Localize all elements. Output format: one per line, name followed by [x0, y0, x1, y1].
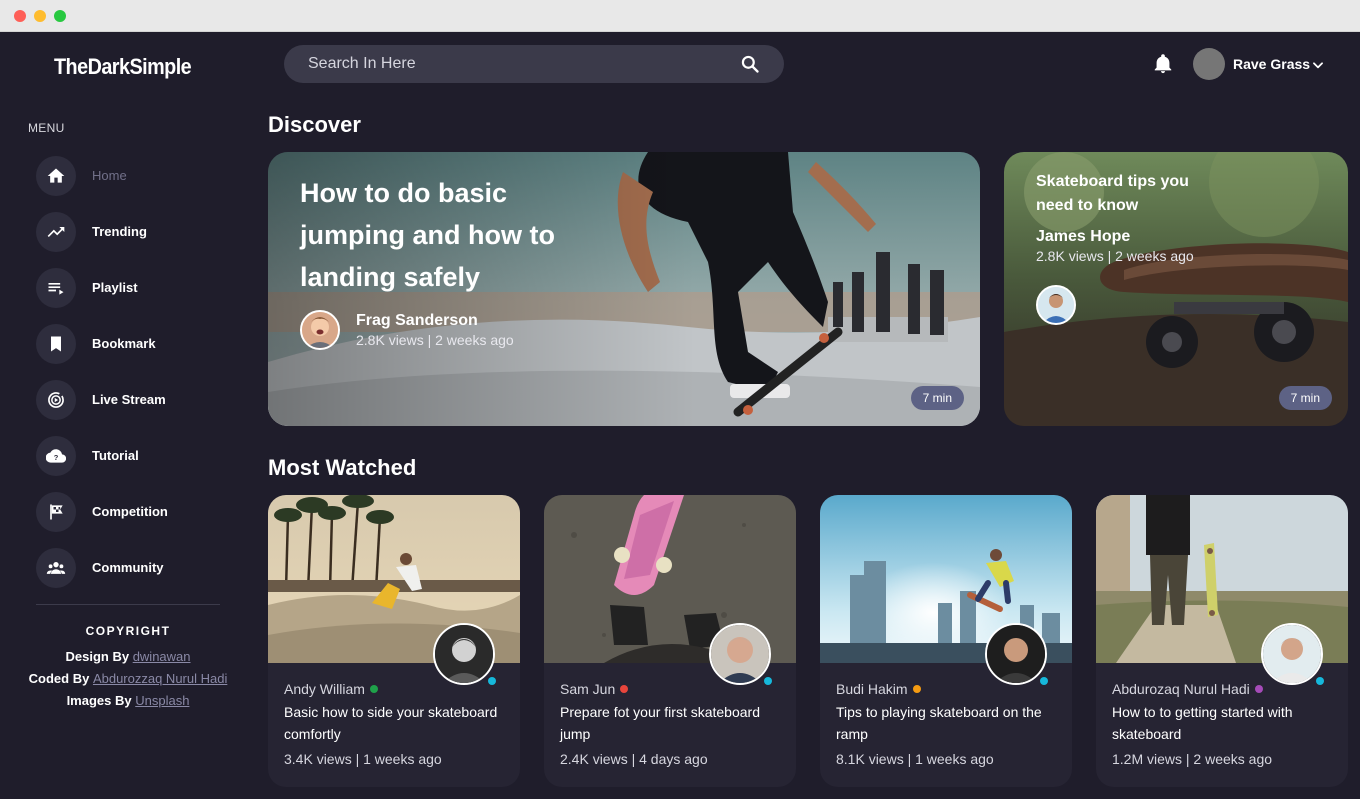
app: TheDarkSimple Rave Grass MENU Home Trend… — [0, 32, 1360, 799]
window-minimize-button[interactable] — [34, 10, 46, 22]
video-card[interactable]: Abdurozaq Nurul Hadi How to to getting s… — [1096, 495, 1348, 787]
author-avatar[interactable] — [300, 310, 340, 350]
flag-icon — [50, 504, 63, 520]
featured-title: How to do basic jumping and how to landi… — [300, 178, 555, 292]
online-indicator — [1316, 677, 1324, 685]
duration-badge: 7 min — [910, 386, 964, 410]
duration-badge: 7 min — [1278, 386, 1332, 410]
chevron-down-icon[interactable] — [1311, 58, 1325, 72]
video-title: How to to getting started with skateboar… — [1112, 704, 1293, 742]
menu-heading: MENU — [28, 121, 65, 135]
user-name[interactable]: Rave Grass — [1233, 56, 1310, 72]
window-maximize-button[interactable] — [54, 10, 66, 22]
trending-icon — [47, 227, 65, 237]
status-dot — [912, 685, 921, 693]
author-avatar[interactable] — [985, 623, 1047, 685]
author-avatar-image — [302, 312, 338, 348]
window-close-button[interactable] — [14, 10, 26, 22]
featured-video-card[interactable]: Skateboard tips you need to know James H… — [1004, 152, 1348, 426]
coded-credit-label: Coded By — [28, 671, 90, 686]
brand-logo[interactable]: TheDarkSimple — [54, 54, 192, 80]
online-indicator — [488, 677, 496, 685]
video-author: Budi Hakim — [836, 681, 908, 697]
featured-title: Skateboard tips you need to know — [1036, 173, 1189, 214]
sidebar-item-label: Home — [92, 168, 127, 183]
window-titlebar — [0, 0, 1360, 32]
featured-author: James Hope — [1036, 228, 1131, 245]
sidebar-item-label: Trending — [92, 224, 147, 239]
author-avatar-image — [987, 625, 1045, 683]
status-dot — [1254, 685, 1263, 693]
sidebar-item-competition[interactable]: Competition — [36, 492, 236, 532]
sidebar-item-label: Tutorial — [92, 448, 139, 463]
author-avatar[interactable] — [433, 623, 495, 685]
discover-heading: Discover — [268, 112, 361, 137]
featured-author: Frag Sanderson — [356, 312, 478, 329]
search-icon[interactable] — [740, 54, 760, 74]
design-credit-label: Design By — [65, 649, 130, 664]
featured-video-card[interactable]: How to do basic jumping and how to landi… — [268, 152, 980, 426]
video-meta: 8.1K views | 1 weeks ago — [836, 751, 994, 767]
sidebar-item-live-stream[interactable]: Live Stream — [36, 380, 236, 420]
design-credit-link[interactable]: dwinawan — [133, 649, 191, 664]
coded-credit-link[interactable]: Abdurozzaq Nurul Hadi — [93, 671, 227, 686]
sidebar-item-tutorial[interactable]: ? Tutorial — [36, 436, 236, 476]
status-dot — [369, 685, 378, 693]
images-credit-label: Images By — [66, 693, 132, 708]
author-avatar[interactable] — [709, 623, 771, 685]
featured-meta: 2.8K views | 2 weeks ago — [356, 332, 514, 348]
sidebar-divider — [36, 604, 220, 605]
copyright-block: COPYRIGHT Design By dwinawan Coded By Ab… — [0, 620, 256, 712]
video-meta: 1.2M views | 2 weeks ago — [1112, 751, 1273, 767]
sidebar-item-trending[interactable]: Trending — [36, 212, 236, 252]
tutorial-icon: ? — [46, 449, 66, 463]
svg-text:?: ? — [54, 453, 59, 462]
sidebar-item-bookmark[interactable]: Bookmark — [36, 324, 236, 364]
author-avatar-image — [1263, 625, 1321, 683]
home-icon — [47, 168, 65, 183]
video-author: Andy William — [284, 681, 365, 697]
sidebar-item-label: Bookmark — [92, 336, 156, 351]
author-avatar[interactable] — [1036, 285, 1076, 325]
video-author: Sam Jun — [560, 681, 616, 697]
copyright-heading: COPYRIGHT — [85, 624, 171, 638]
sidebar-item-playlist[interactable]: Playlist — [36, 268, 236, 308]
video-meta: 3.4K views | 1 weeks ago — [284, 751, 442, 767]
search-input[interactable] — [308, 45, 728, 83]
video-title: Tips to playing skateboard on the ramp — [836, 704, 1042, 742]
notification-bell-icon[interactable] — [1152, 52, 1174, 76]
live-stream-icon — [48, 392, 64, 408]
author-avatar-image — [435, 625, 493, 683]
sidebar-item-label: Competition — [92, 504, 168, 519]
sidebar-item-home[interactable]: Home — [36, 156, 236, 196]
author-avatar[interactable] — [1261, 623, 1323, 685]
bookmark-icon — [51, 336, 61, 352]
user-avatar[interactable] — [1193, 48, 1225, 80]
online-indicator — [764, 677, 772, 685]
images-credit-link[interactable]: Unsplash — [135, 693, 189, 708]
status-dot — [620, 685, 629, 693]
online-indicator — [1040, 677, 1048, 685]
video-author: Abdurozaq Nurul Hadi — [1112, 681, 1250, 697]
sidebar-item-label: Playlist — [92, 280, 138, 295]
most-watched-heading: Most Watched — [268, 455, 417, 480]
sidebar-item-label: Community — [92, 560, 164, 575]
featured-meta: 2.8K views | 2 weeks ago — [1036, 248, 1194, 264]
author-avatar-image — [1038, 287, 1074, 323]
video-meta: 2.4K views | 4 days ago — [560, 751, 708, 767]
author-avatar-image — [711, 625, 769, 683]
sidebar-item-label: Live Stream — [92, 392, 166, 407]
video-title: Prepare fot your first skateboard jump — [560, 704, 760, 742]
video-card[interactable]: Budi Hakim Tips to playing skateboard on… — [820, 495, 1072, 787]
video-card[interactable]: Sam Jun Prepare fot your first skateboar… — [544, 495, 796, 787]
sidebar-item-community[interactable]: Community — [36, 548, 236, 588]
playlist-icon — [48, 283, 64, 295]
video-title: Basic how to side your skateboard comfor… — [284, 704, 498, 742]
search-bar — [284, 45, 784, 83]
video-card[interactable]: Andy William Basic how to side your skat… — [268, 495, 520, 787]
community-icon — [46, 562, 66, 574]
